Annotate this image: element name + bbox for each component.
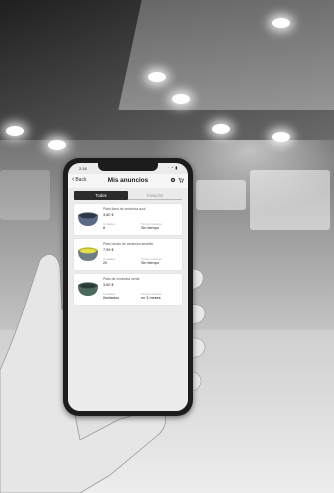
listing-price: 3,60 € <box>103 283 114 287</box>
bowl-thumbnail <box>78 212 98 226</box>
tab-todos[interactable]: Todos <box>74 191 128 200</box>
listing-name: Plato llano de cerámica azul <box>103 207 146 211</box>
tab-pasados[interactable]: Pasados <box>128 191 182 200</box>
listing-name: Plato de cerámica verde <box>103 277 140 281</box>
store-shelf <box>0 170 50 220</box>
listing-card[interactable]: Plato de cerámica verde 3,60 € Unidades … <box>74 274 182 305</box>
settings-icon[interactable] <box>170 177 176 183</box>
store-shelf <box>250 170 330 230</box>
time-left-value: Sin tiempo <box>141 226 159 230</box>
units-value: Ilimitados <box>103 296 120 300</box>
ceiling-light <box>172 94 190 104</box>
time-left-value: Sin tiempo <box>141 261 159 265</box>
time-left-value: en 3 meses <box>141 296 161 300</box>
listing-card[interactable]: Plato llano de cerámica azul 3,60 € Unid… <box>74 204 182 235</box>
store-shelf <box>196 180 246 210</box>
units-value: 8 <box>103 226 106 230</box>
tab-bar: Todos Pasados <box>74 191 182 200</box>
units-value: 20 <box>103 261 108 265</box>
cart-icon[interactable] <box>178 177 184 183</box>
status-time: 2:16 <box>79 166 87 171</box>
header-actions <box>170 177 184 183</box>
bowl-thumbnail <box>78 282 98 296</box>
bowl-thumbnail <box>78 247 98 261</box>
app-header: ‹ Back Mis anuncios <box>68 174 188 188</box>
ceiling-light <box>272 18 290 28</box>
ceiling-light <box>48 140 66 150</box>
phone-screen: 2:16 ᐧ ◔ ▮ ‹ Back Mis anuncios Todos Pas… <box>68 163 188 411</box>
ceiling-light <box>148 72 166 82</box>
ceiling-light <box>212 124 230 134</box>
listing-price: 3,60 € <box>103 213 114 217</box>
status-bar: 2:16 ᐧ ◔ ▮ <box>74 165 182 172</box>
ceiling-panel <box>118 0 334 110</box>
listing-card[interactable]: Plato hondo de cerámica amarillo 7,99 € … <box>74 239 182 270</box>
ceiling-light <box>272 132 290 142</box>
empty-content-area <box>68 308 188 411</box>
listing-price: 7,99 € <box>103 248 114 252</box>
status-icons: ᐧ ◔ ▮ <box>167 165 178 170</box>
listing-name: Plato hondo de cerámica amarillo <box>103 242 154 246</box>
ceiling-light <box>6 126 24 136</box>
